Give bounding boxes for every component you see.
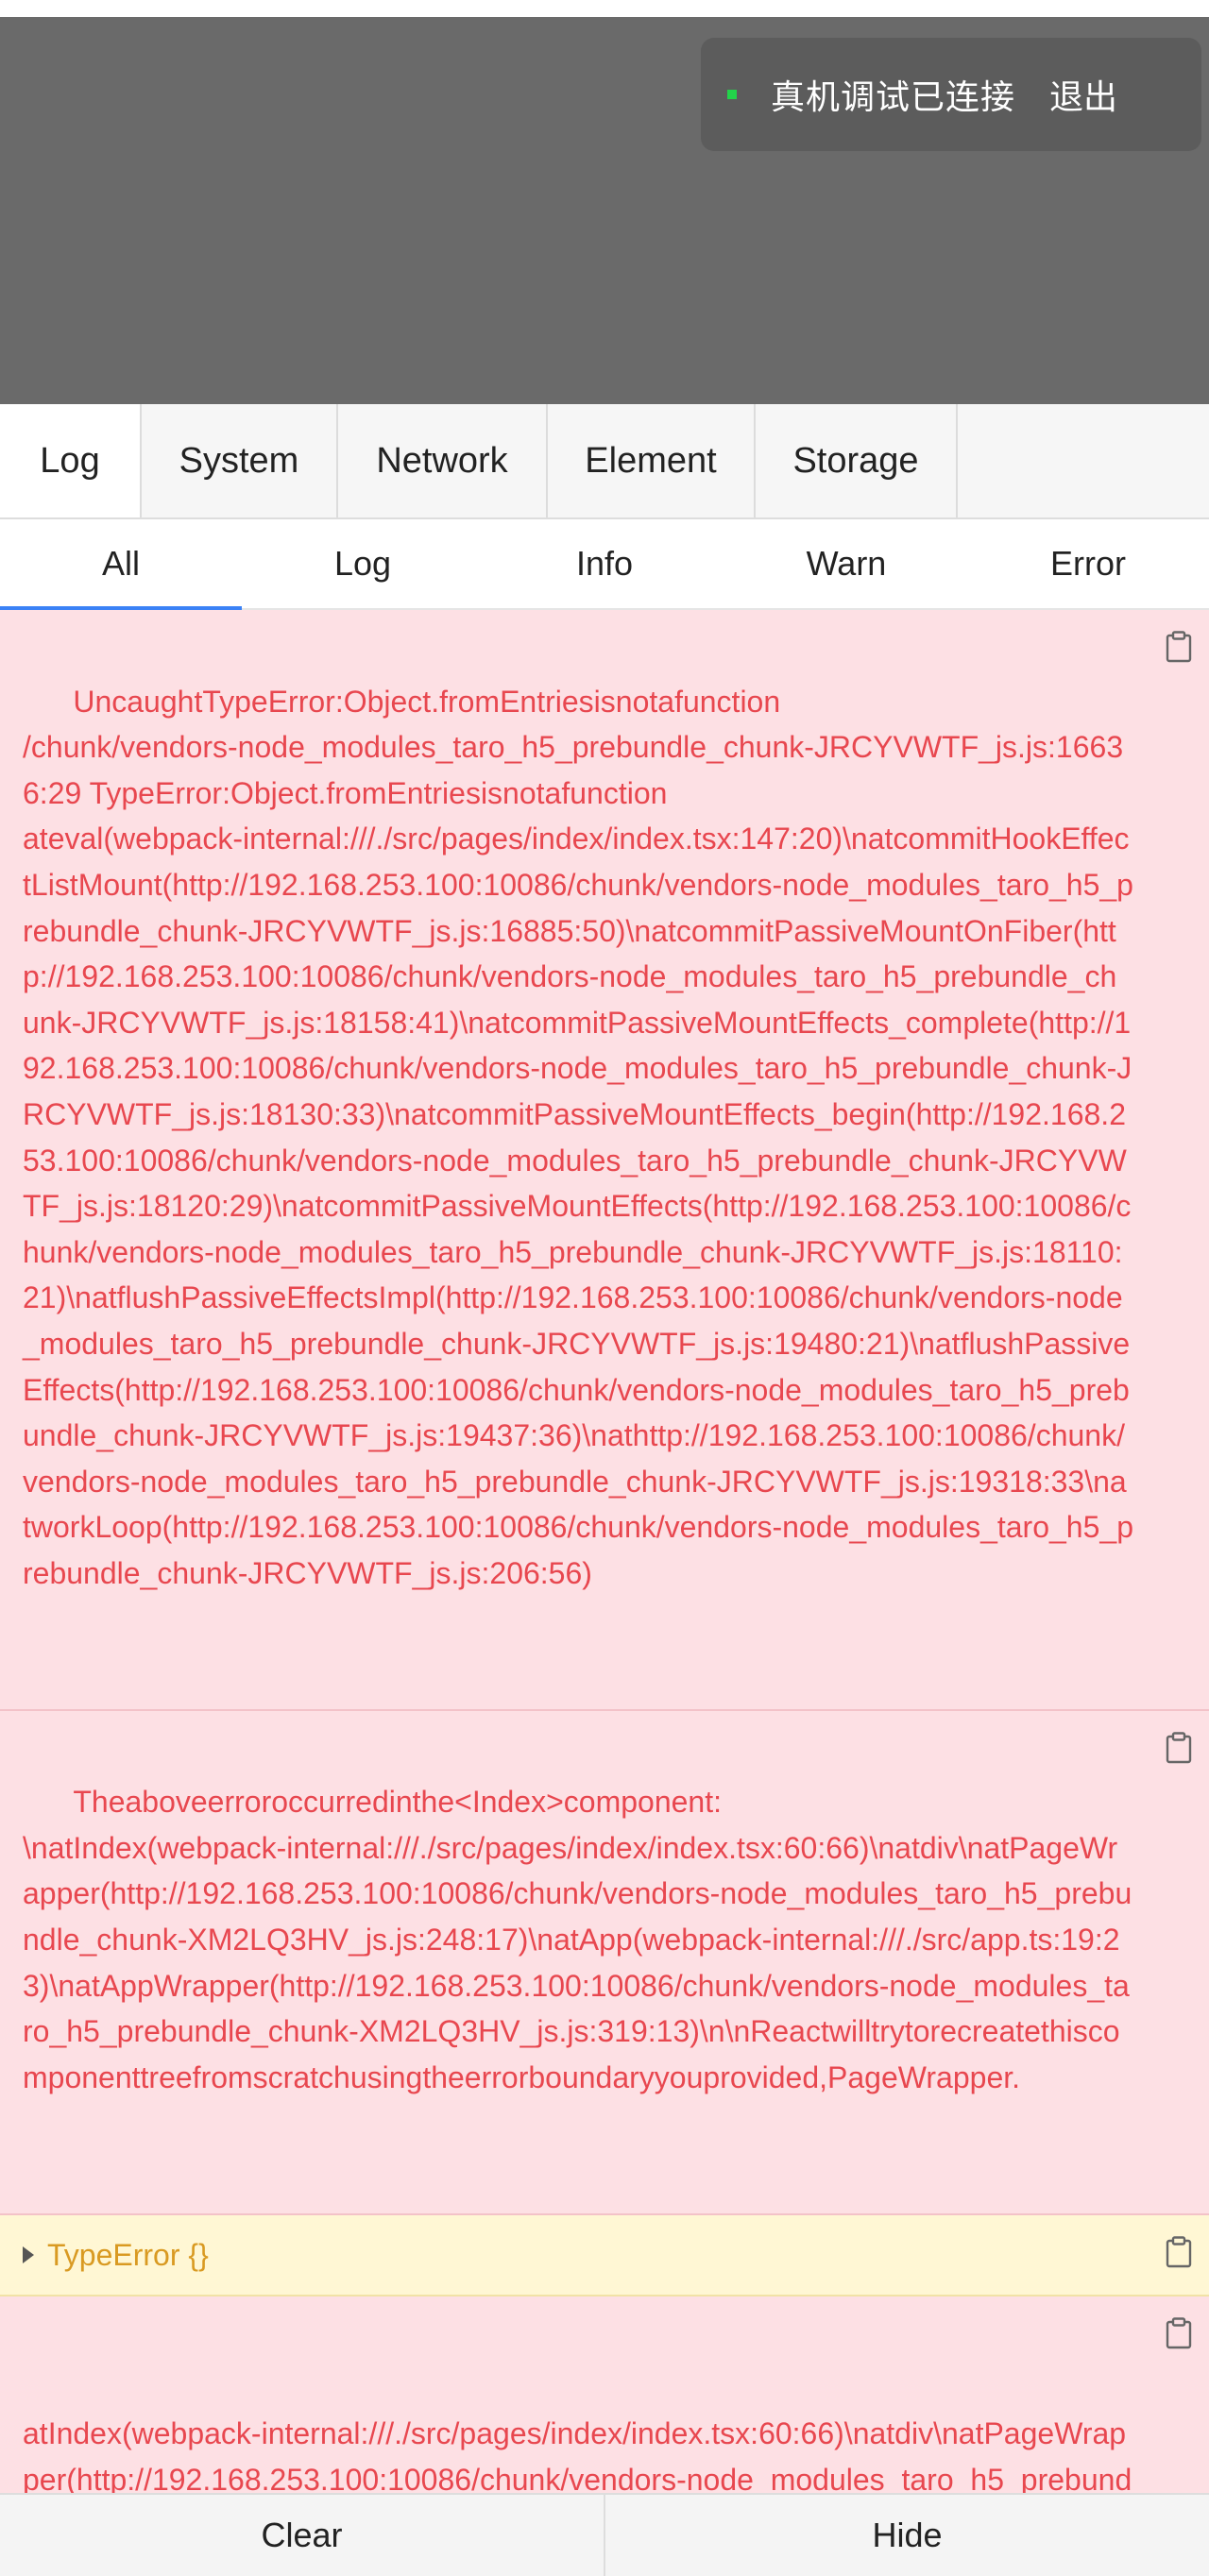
log-message: Theaboveerroroccurredinthe<Index>compone…	[23, 1785, 1132, 2094]
device-preview-area: 真机调试已连接 退出	[0, 0, 1209, 404]
tab-element[interactable]: Element	[548, 404, 756, 517]
vconsole-panel: Log System Network Element Storage All L…	[0, 404, 1209, 2576]
copy-icon[interactable]	[1166, 2317, 1192, 2349]
log-message: atIndex(webpack-internal:///./src/pages/…	[23, 2416, 1132, 2493]
bottom-toolbar: Clear Hide	[0, 2493, 1209, 2576]
clear-button[interactable]: Clear	[0, 2495, 604, 2576]
log-entry-error: atIndex(webpack-internal:///./src/pages/…	[0, 2296, 1209, 2493]
log-level-filter: All Log Info Warn Error	[0, 519, 1209, 610]
tab-network[interactable]: Network	[338, 404, 548, 517]
log-entry-error: UncaughtTypeError:Object.fromEntriesisno…	[0, 610, 1209, 1711]
copy-icon[interactable]	[1166, 2235, 1192, 2268]
exit-debug-button[interactable]: 退出	[1049, 70, 1117, 119]
filter-info[interactable]: Info	[484, 519, 725, 608]
log-message: TypeError {}	[47, 2237, 209, 2272]
log-entry-warn[interactable]: TypeError {}	[0, 2214, 1209, 2297]
log-list[interactable]: UncaughtTypeError:Object.fromEntriesisno…	[0, 610, 1209, 2493]
filter-log[interactable]: Log	[242, 519, 484, 608]
status-strip	[0, 0, 1209, 17]
remote-debug-indicator: 真机调试已连接 退出	[701, 38, 1201, 151]
filter-warn[interactable]: Warn	[725, 519, 967, 608]
filter-error[interactable]: Error	[967, 519, 1209, 608]
main-tabs: Log System Network Element Storage	[0, 404, 1209, 519]
copy-icon[interactable]	[1166, 1731, 1192, 1764]
copy-icon[interactable]	[1166, 631, 1192, 663]
debug-status-text: 真机调试已连接	[771, 78, 1016, 117]
filter-all[interactable]: All	[0, 519, 242, 610]
connected-status-dot	[727, 90, 737, 99]
hide-button[interactable]: Hide	[604, 2495, 1209, 2576]
expand-caret-icon[interactable]	[23, 2246, 34, 2263]
tab-log[interactable]: Log	[0, 404, 142, 517]
tab-storage[interactable]: Storage	[756, 404, 958, 517]
tab-system[interactable]: System	[142, 404, 338, 517]
log-message: UncaughtTypeError:Object.fromEntriesisno…	[23, 684, 1133, 1590]
log-entry-error: Theaboveerroroccurredinthe<Index>compone…	[0, 1710, 1209, 2215]
